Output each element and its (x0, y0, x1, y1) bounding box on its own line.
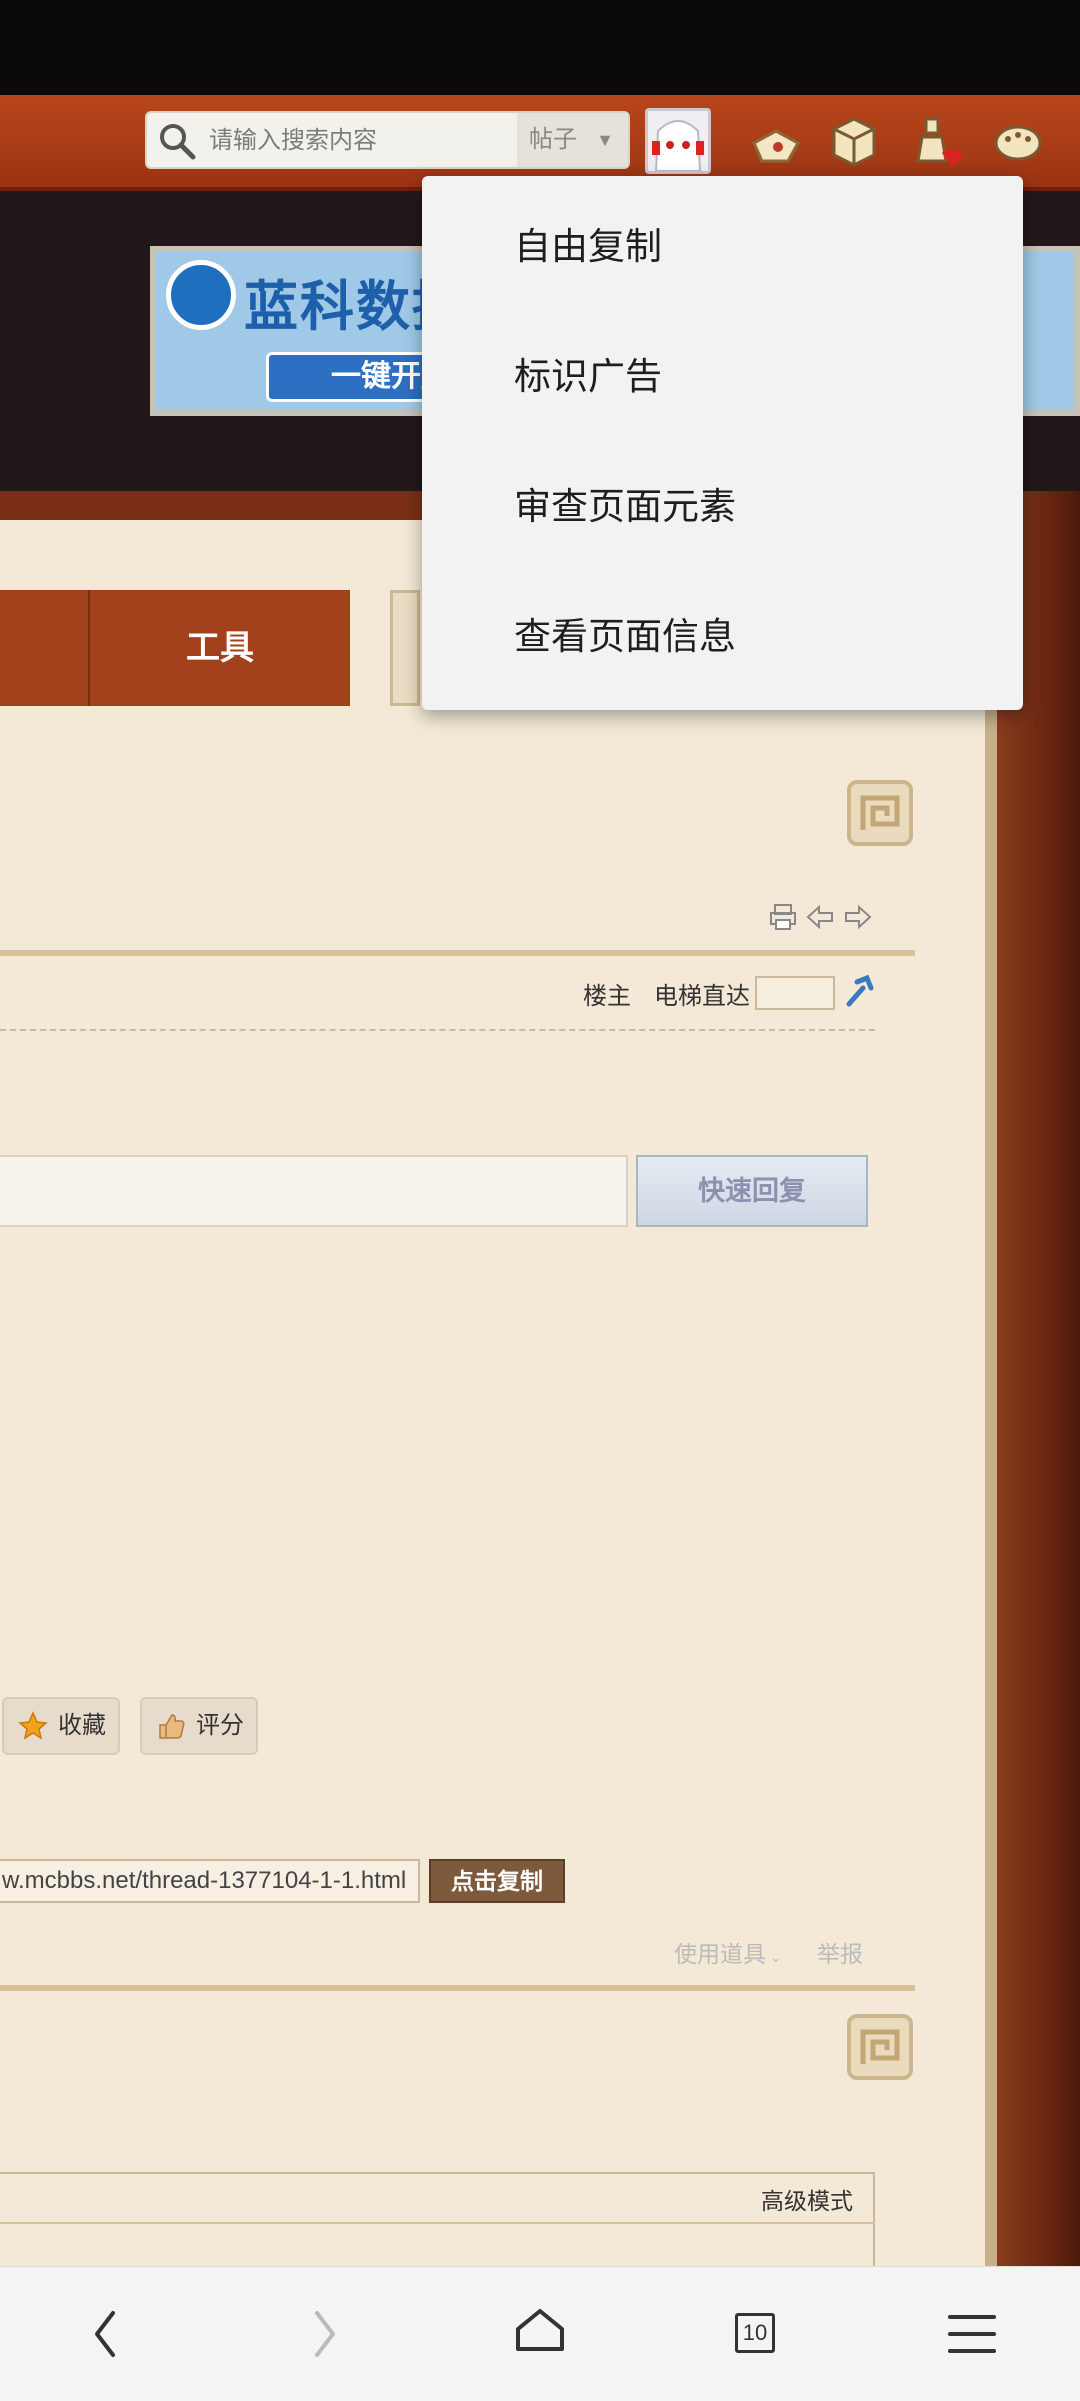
rate-label: 评分 (196, 1712, 244, 1739)
home-icon[interactable] (480, 2267, 600, 2401)
search-icon[interactable] (157, 121, 197, 161)
menu-item-mark-ads[interactable]: 标识广告 (514, 346, 662, 400)
nav-item-next[interactable] (390, 590, 420, 706)
elevator-label: 电梯直达 (654, 983, 750, 1010)
tabs-count: 10 (735, 2313, 775, 2353)
advanced-mode-link[interactable]: 高级模式 (761, 2182, 853, 2216)
use-tool-label: 使用道具 (674, 1941, 766, 1967)
banner-logo (166, 260, 236, 330)
copy-url-button[interactable]: 点击复制 (429, 1859, 565, 1903)
use-tool-link[interactable]: 使用道具 ⌄ (674, 1935, 782, 1969)
favorite-label: 收藏 (58, 1712, 106, 1739)
menu-icon[interactable] (912, 2267, 1032, 2401)
dropdown-arrow-icon: ▼ (596, 130, 614, 150)
rate-button[interactable]: 评分 (140, 1697, 258, 1755)
avatar[interactable] (645, 108, 711, 174)
search-box[interactable]: 帖子 ▼ (145, 111, 631, 169)
floor-number-input[interactable] (755, 976, 835, 1010)
nav-item-tools[interactable]: 工具 (90, 590, 350, 706)
divider (0, 1985, 915, 1991)
menu-item-page-info[interactable]: 查看页面信息 (514, 606, 736, 660)
browser-bottom-nav: 10 (0, 2266, 1080, 2401)
divider (0, 950, 915, 956)
context-menu: 自由复制 标识广告 审查页面元素 查看页面信息 (422, 176, 1023, 710)
package-icon[interactable] (826, 113, 882, 169)
search-type-label: 帖子 (529, 126, 577, 153)
chevron-down-icon: ⌄ (766, 1949, 782, 1965)
print-icon[interactable] (768, 902, 798, 932)
quick-reply-input[interactable] (0, 1155, 628, 1227)
tabs-button[interactable]: 10 (695, 2267, 815, 2401)
spiral-icon (847, 780, 913, 846)
prev-thread-icon[interactable] (806, 904, 834, 930)
next-thread-icon[interactable] (844, 904, 872, 930)
back-icon[interactable] (45, 2267, 165, 2401)
page-right-border (985, 491, 1080, 2266)
report-link[interactable]: 举报 (817, 1935, 863, 1969)
potion-icon[interactable] (908, 113, 964, 169)
dashed-divider (0, 1029, 875, 1031)
quick-reply-button[interactable]: 快速回复 (636, 1155, 868, 1227)
forward-icon[interactable] (265, 2267, 385, 2401)
editor-divider (0, 2222, 875, 2224)
favorite-button[interactable]: 收藏 (2, 1697, 120, 1755)
palette-icon[interactable] (990, 113, 1046, 169)
star-icon (18, 1711, 48, 1740)
floor-owner-link[interactable]: 楼主 (583, 976, 631, 1011)
thread-url-field[interactable]: w.mcbbs.net/thread-1377104-1-1.html (0, 1859, 420, 1903)
content-area (0, 520, 985, 2266)
menu-item-inspect-element[interactable]: 审查页面元素 (514, 476, 736, 530)
search-type-select[interactable]: 帖子 ▼ (517, 113, 628, 167)
status-bar (0, 0, 1080, 95)
thumbs-up-icon (159, 1714, 185, 1739)
mail-icon[interactable] (748, 113, 804, 169)
menu-item-free-copy[interactable]: 自由复制 (514, 216, 662, 270)
go-floor-icon[interactable] (843, 974, 877, 1008)
spiral-icon (847, 2014, 913, 2080)
